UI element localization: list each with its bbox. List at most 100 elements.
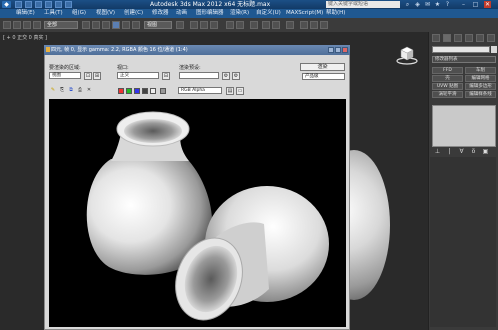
remove-modifier-icon[interactable]: ö <box>470 148 477 155</box>
select-object-icon[interactable] <box>82 21 90 29</box>
menu-tools[interactable]: 工具(T) <box>44 9 63 18</box>
alpha-channel-icon[interactable] <box>142 88 148 94</box>
toggle-ui-icon[interactable]: ▭ <box>236 87 244 95</box>
clone-frame-icon[interactable]: ⧉ <box>67 87 75 95</box>
material-editor-icon[interactable] <box>286 21 294 29</box>
menu-group[interactable]: 组(G) <box>72 9 86 18</box>
subscription-icon[interactable]: ◈ <box>414 1 421 8</box>
clear-icon[interactable]: ✕ <box>85 87 93 95</box>
area-to-render-dropdown[interactable]: 视图 <box>49 72 81 79</box>
maximize-icon[interactable]: □ <box>472 1 479 8</box>
pivot-icon[interactable] <box>176 21 184 29</box>
modifier-button-turbosmooth[interactable]: 涡轮平滑 <box>432 91 463 98</box>
reference-coordinate-dropdown[interactable]: 视图 <box>144 21 172 29</box>
close-icon[interactable]: ✕ <box>484 1 491 8</box>
render-icon[interactable] <box>320 21 328 29</box>
menu-customize[interactable]: 自定义(U) <box>256 9 281 18</box>
selection-filter-dropdown[interactable]: 全部 <box>44 21 78 29</box>
link-icon[interactable] <box>23 21 31 29</box>
app-logo-icon[interactable]: ◆ <box>2 1 11 8</box>
menu-graph-editors[interactable]: 图形编辑器 <box>196 9 224 18</box>
undo-icon[interactable] <box>45 1 52 8</box>
make-unique-icon[interactable]: ∀ <box>458 148 465 155</box>
show-end-result-icon[interactable]: | <box>446 148 453 155</box>
toggle-ui-overlay-icon[interactable]: ▤ <box>226 87 234 95</box>
render-setup-icon[interactable]: ⚙ <box>222 72 230 80</box>
save-file-icon[interactable] <box>35 1 42 8</box>
render-setup-icon[interactable] <box>300 21 308 29</box>
unlink-icon[interactable] <box>33 21 41 29</box>
print-icon[interactable]: ⎙ <box>76 87 84 95</box>
hierarchy-tab-icon[interactable] <box>454 34 462 42</box>
scale-icon[interactable] <box>132 21 140 29</box>
percent-snap-icon[interactable] <box>210 21 218 29</box>
new-file-icon[interactable] <box>15 1 22 8</box>
modifier-button-uvw-map[interactable]: UVW 贴图 <box>432 83 463 90</box>
open-file-icon[interactable] <box>25 1 32 8</box>
background-color-swatch[interactable] <box>160 88 166 94</box>
viewport-dropdown[interactable]: 正交 <box>117 72 159 79</box>
menu-help[interactable]: 帮助(H) <box>326 9 345 18</box>
object-name-field[interactable] <box>432 46 490 53</box>
motion-tab-icon[interactable] <box>465 34 473 42</box>
save-image-icon[interactable]: ✎ <box>49 87 57 95</box>
angle-snap-icon[interactable] <box>200 21 208 29</box>
move-icon[interactable] <box>112 21 120 29</box>
production-dropdown[interactable]: 产品级 <box>302 73 345 80</box>
green-channel-icon[interactable] <box>126 88 132 94</box>
rotate-icon[interactable] <box>122 21 130 29</box>
redo-icon[interactable] <box>13 21 21 29</box>
rendered-frame-icon[interactable] <box>310 21 318 29</box>
menu-views[interactable]: 视图(V) <box>96 9 115 18</box>
menu-animation[interactable]: 动画 <box>176 9 187 18</box>
undo-icon[interactable] <box>3 21 11 29</box>
menu-create[interactable]: 创建(C) <box>124 9 143 18</box>
minimize-icon[interactable] <box>328 47 334 53</box>
select-by-name-icon[interactable] <box>92 21 100 29</box>
menu-rendering[interactable]: 渲染(R) <box>230 9 249 18</box>
modifier-button-edit-poly[interactable]: 编辑多边形 <box>465 83 496 90</box>
blue-channel-icon[interactable] <box>134 88 140 94</box>
communication-icon[interactable]: ✉ <box>424 1 431 8</box>
hold-icon[interactable] <box>65 1 72 8</box>
display-tab-icon[interactable] <box>476 34 484 42</box>
viewcube-icon[interactable] <box>396 44 418 66</box>
utilities-tab-icon[interactable] <box>487 34 495 42</box>
object-color-swatch[interactable] <box>491 46 497 53</box>
menu-modifiers[interactable]: 修改器 <box>152 9 169 18</box>
modifier-stack[interactable] <box>432 105 496 147</box>
channel-display-dropdown[interactable]: RGB Alpha <box>178 87 222 94</box>
mirror-icon[interactable] <box>226 21 234 29</box>
modifier-button-lathe[interactable]: 车削 <box>465 67 496 74</box>
render-preset-dropdown[interactable] <box>179 72 219 79</box>
menu-edit[interactable]: 编辑(E) <box>16 9 35 18</box>
lock-viewport-icon[interactable]: ⊟ <box>162 72 170 80</box>
redo-icon[interactable] <box>55 1 62 8</box>
modifier-button-edit-mesh[interactable]: 编辑网格 <box>465 75 496 82</box>
snap-icon[interactable] <box>190 21 198 29</box>
minimize-icon[interactable]: – <box>460 1 467 8</box>
modifier-button-ffd[interactable]: FFD <box>432 67 463 74</box>
copy-image-icon[interactable]: ⎘ <box>58 87 66 95</box>
modifier-button-edit-spline[interactable]: 编辑样条线 <box>465 91 496 98</box>
modify-tab-icon[interactable] <box>443 34 451 42</box>
help-icon[interactable]: ? <box>444 1 451 8</box>
monochrome-icon[interactable] <box>150 88 156 94</box>
red-channel-icon[interactable] <box>118 88 124 94</box>
search-icon[interactable]: ⌕ <box>404 1 411 8</box>
environment-icon[interactable]: ⚙ <box>232 72 240 80</box>
render-button[interactable]: 渲染 <box>300 63 345 71</box>
pin-stack-icon[interactable]: ⊥ <box>434 148 441 155</box>
modifier-list-dropdown[interactable]: 修改器列表 <box>432 56 496 63</box>
align-icon[interactable] <box>236 21 244 29</box>
close-icon[interactable] <box>342 47 348 53</box>
favorites-icon[interactable]: ★ <box>434 1 441 8</box>
curve-editor-icon[interactable] <box>262 21 270 29</box>
maximize-icon[interactable] <box>335 47 341 53</box>
modifier-button-shell[interactable]: 壳 <box>432 75 463 82</box>
schematic-icon[interactable] <box>272 21 280 29</box>
rect-select-icon[interactable] <box>102 21 110 29</box>
menu-maxscript[interactable]: MAXScript(M) <box>286 9 323 18</box>
rendered-image[interactable] <box>49 99 346 327</box>
search-input[interactable]: 键入关键字或短语 <box>326 1 400 8</box>
